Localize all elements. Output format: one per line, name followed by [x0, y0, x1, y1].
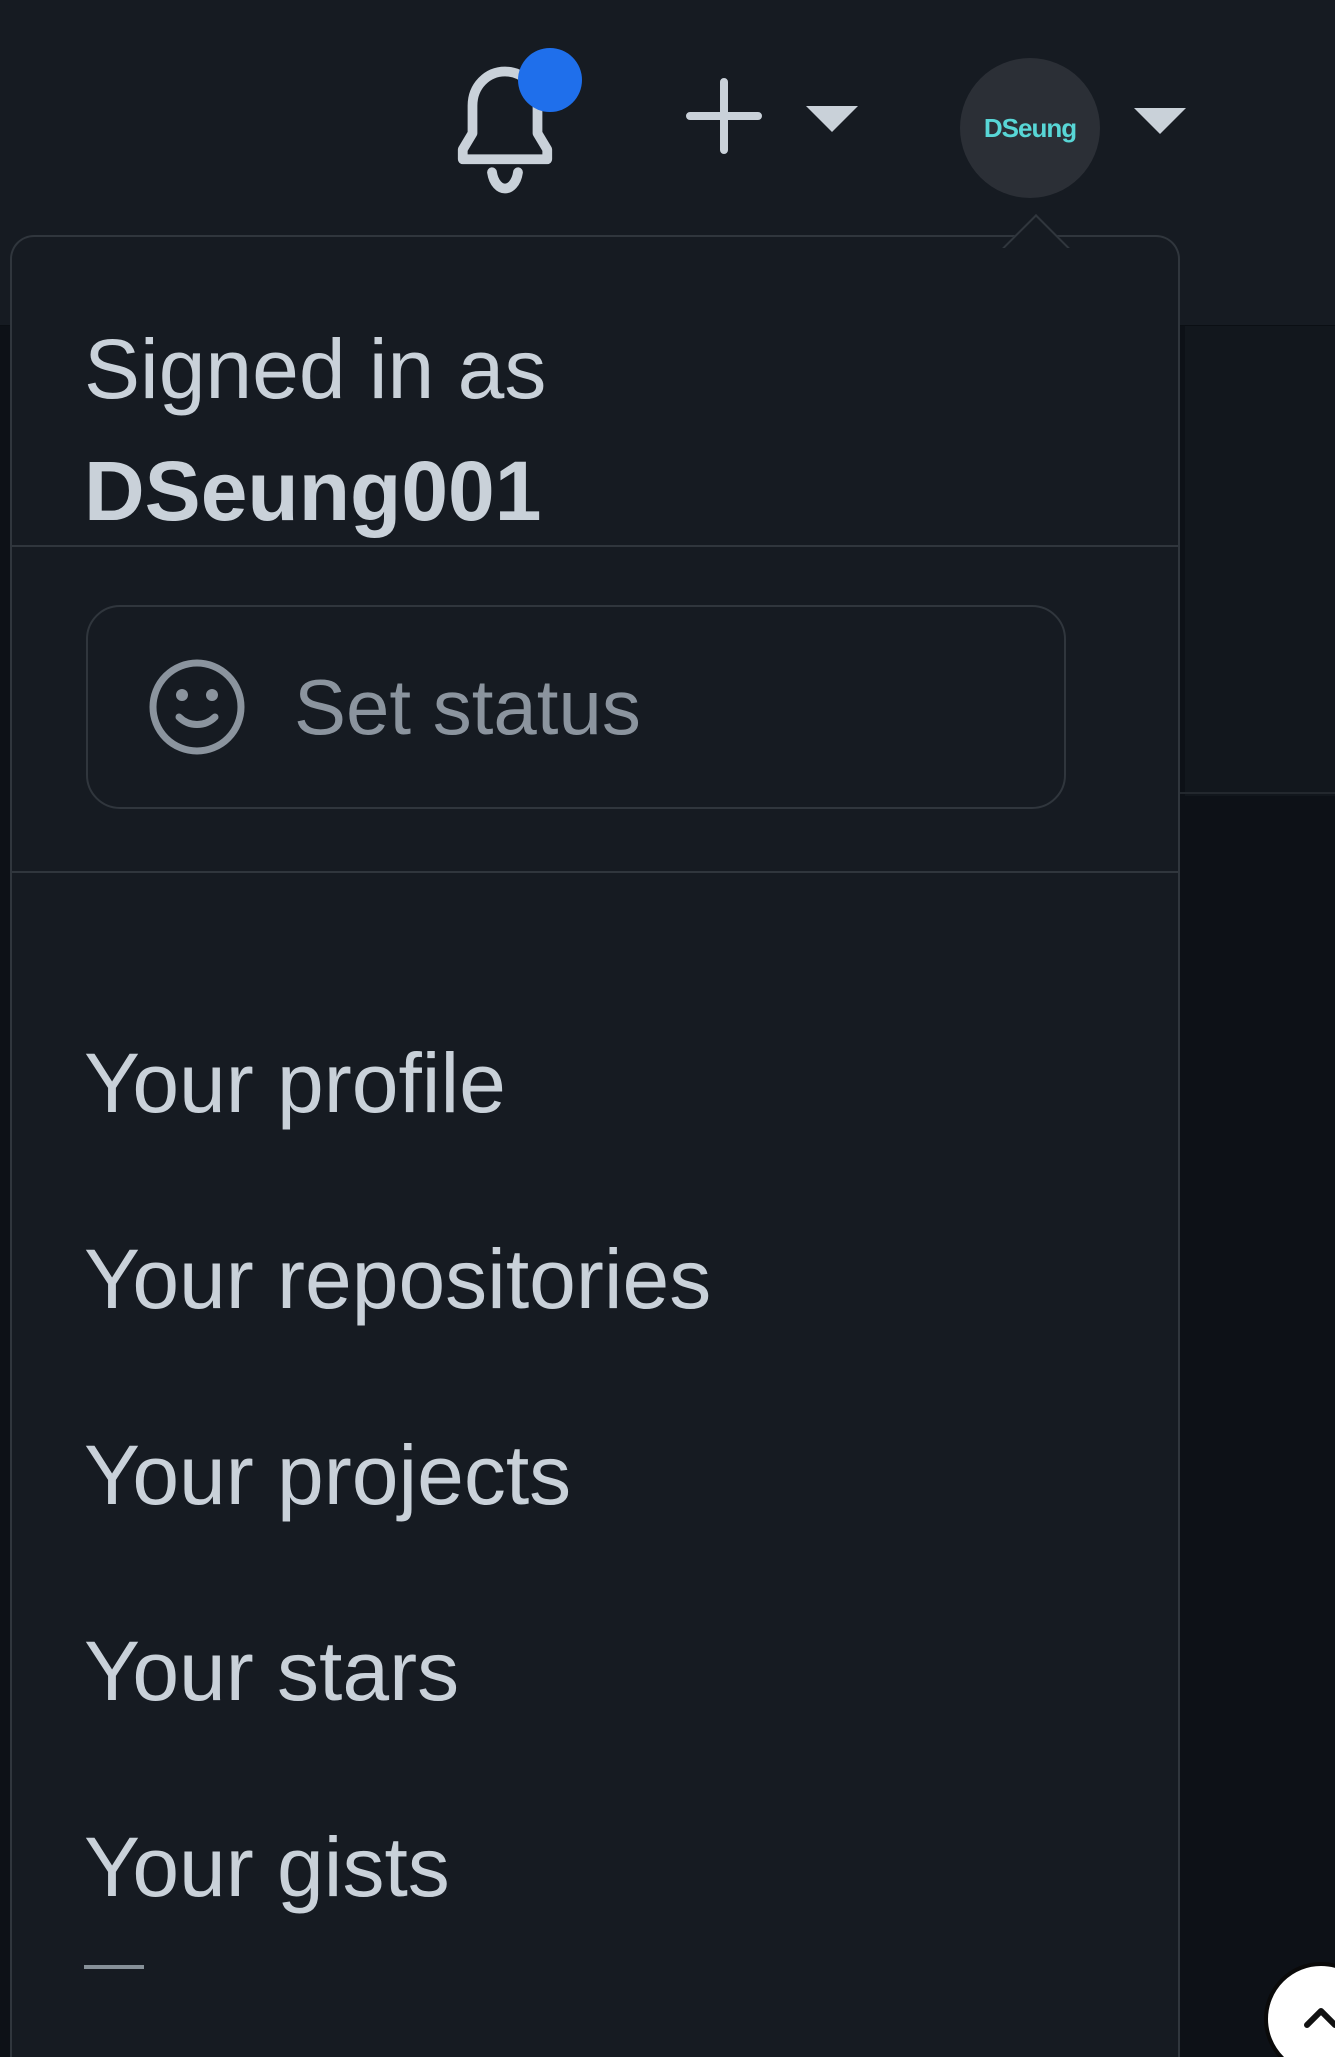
caret-down-icon[interactable] [1130, 102, 1190, 138]
partial-menu-item [84, 1965, 144, 2014]
status-section: Set status [12, 547, 1178, 873]
menu-item-your-repositories[interactable]: Your repositories [12, 1181, 1178, 1377]
menu-item-label: Your profile [84, 1036, 506, 1130]
smile-icon [144, 654, 250, 760]
header-actions: DSeung [440, 38, 1240, 198]
caret-down-icon-svg [1134, 108, 1186, 134]
scroll-to-top-button[interactable] [1264, 1962, 1335, 2057]
bell-icon[interactable] [450, 48, 582, 210]
notification-dot [518, 48, 582, 112]
background-divider [1180, 792, 1335, 794]
chevron-up-icon [1304, 2008, 1335, 2028]
smile-icon-svg [149, 659, 245, 755]
dropdown-arrow [1000, 208, 1070, 248]
background-strip [1185, 326, 1335, 796]
menu-item-your-stars[interactable]: Your stars [12, 1573, 1178, 1769]
menu-item-label: Your projects [84, 1428, 572, 1522]
plus-icon[interactable] [680, 72, 768, 160]
menu-list: Your profile Your repositories Your proj… [12, 873, 1178, 2014]
signed-in-label: Signed in as [84, 322, 547, 416]
user-dropdown-menu: Signed in as DSeung001 Set status Your p… [10, 235, 1180, 2057]
set-status-button[interactable]: Set status [86, 605, 1066, 809]
avatar[interactable]: DSeung [960, 58, 1100, 198]
menu-item-your-gists[interactable]: Your gists [12, 1769, 1178, 1965]
menu-item-your-profile[interactable]: Your profile [12, 985, 1178, 1181]
menu-item-your-projects[interactable]: Your projects [12, 1377, 1178, 1573]
app-window: DSeung Signed in as DSeung001 Set status… [0, 0, 1335, 2057]
set-status-label: Set status [294, 663, 641, 751]
menu-item-label: Your repositories [84, 1232, 712, 1326]
avatar-label: DSeung [983, 112, 1077, 143]
signed-in-username: DSeung001 [84, 444, 542, 539]
menu-item-label: Your gists [84, 1820, 450, 1914]
plus-icon-svg [686, 78, 762, 154]
caret-down-icon[interactable] [802, 100, 862, 136]
menu-item-label: Your stars [84, 1624, 460, 1718]
signed-in-section: Signed in as DSeung001 [12, 237, 1178, 547]
caret-down-icon-svg [806, 106, 858, 132]
